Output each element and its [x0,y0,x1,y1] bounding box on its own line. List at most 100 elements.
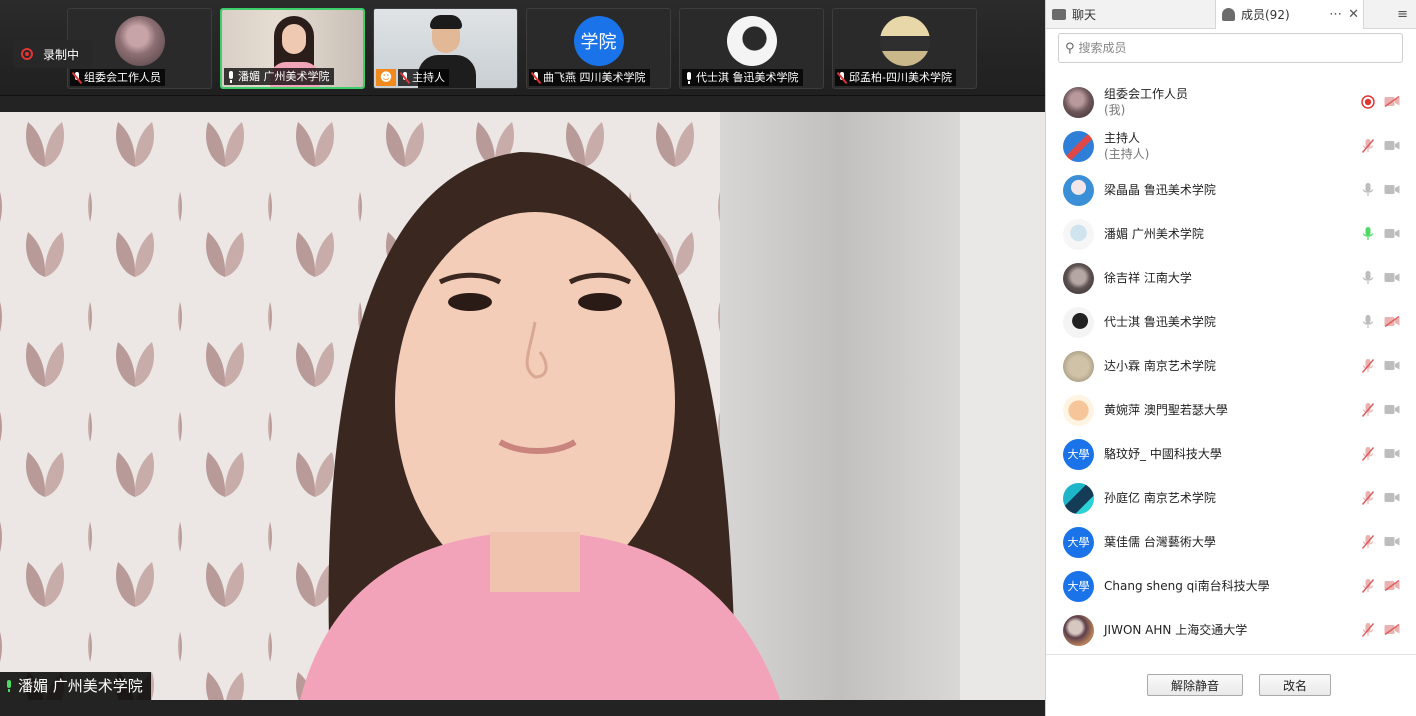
person-icon [1222,8,1235,21]
thumbnail-strip: 组委会工作人员 潘媚 广州美术学院 ☻ 主持人 学院 曲飞燕 四川美术学院 代士… [0,0,1045,96]
mic-muted-icon [837,71,847,84]
thumbnail-label: 邱孟柏-四川美术学院 [835,69,956,86]
member-name-block: Chang sheng qi南台科技大學 [1104,578,1270,594]
camera-icon[interactable] [1384,272,1400,283]
avatar [1063,218,1094,250]
member-name-block: 駱玟妤_ 中國科技大學 [1104,446,1222,462]
camera-icon[interactable] [1384,492,1400,503]
record-icon[interactable] [1361,94,1375,110]
participant-name: 代士淇 鲁迅美术学院 [696,71,799,84]
tab-chat[interactable]: 聊天 [1046,0,1216,29]
side-panel: 聊天 成员(92) ⋯ ✕ ≡ ⚲ 组委会工作人员 (我) 主持人 (主持人) 梁晶晶 … [1045,0,1416,716]
mic-icon[interactable] [1361,182,1375,198]
mic-muted-icon [531,71,541,84]
tab-members[interactable]: 成员(92) ⋯ ✕ [1216,0,1364,29]
member-name: 代士淇 鲁迅美术学院 [1104,315,1216,329]
member-row[interactable]: JIWON AHN 上海交通大学 [1046,608,1416,652]
video-stage: 组委会工作人员 潘媚 广州美术学院 ☻ 主持人 学院 曲飞燕 四川美术学院 代士… [0,0,1045,716]
thumbnail-label: 代士淇 鲁迅美术学院 [682,69,803,86]
member-row[interactable]: 徐吉祥 江南大学 [1046,256,1416,300]
thumbnail-label: 曲飞燕 四川美术学院 [529,69,650,86]
mic-muted-icon[interactable] [1361,490,1375,506]
unmute-all-button[interactable]: 解除静音 [1147,674,1243,696]
mic-muted-icon[interactable] [1361,622,1375,638]
camera-off-icon[interactable] [1384,579,1400,592]
panel-toolbar: ≡ [1364,0,1416,28]
mic-muted-icon[interactable] [1361,402,1375,418]
search-box[interactable]: ⚲ [1058,33,1403,63]
member-row[interactable]: 黄婉萍 澳門聖若瑟大學 [1046,388,1416,432]
mic-muted-icon[interactable] [1361,446,1375,462]
menu-icon[interactable]: ≡ [1397,8,1408,21]
avatar [1063,130,1094,162]
search-icon: ⚲ [1065,40,1075,56]
camera-icon[interactable] [1384,184,1400,195]
mic-icon[interactable] [1361,270,1375,286]
member-row[interactable]: 潘媚 广州美术学院 [1046,212,1416,256]
camera-icon[interactable] [1384,228,1400,239]
thumbnail-label: 潘媚 广州美术学院 [224,68,334,85]
member-row[interactable]: 大學 Chang sheng qi南台科技大學 [1046,564,1416,608]
thumbnail-video[interactable]: ☻ 主持人 [373,8,518,89]
avatar [879,16,930,66]
member-row[interactable]: 大學 駱玟妤_ 中國科技大學 [1046,432,1416,476]
chat-icon [1052,9,1066,20]
avatar: 大學 [1063,526,1094,558]
mic-icon[interactable] [1361,226,1375,242]
camera-off-icon[interactable] [1384,315,1400,328]
participant-name: 邱孟柏-四川美术学院 [849,71,952,84]
main-video[interactable]: 潘媚 广州美术学院 [0,112,1045,700]
camera-off-icon[interactable] [1384,95,1400,108]
camera-icon[interactable] [1384,140,1400,151]
member-name: 孙庭亿 南京艺术学院 [1104,491,1216,505]
member-row[interactable]: 主持人 (主持人) [1046,124,1416,168]
mic-icon [4,680,14,692]
camera-icon[interactable] [1384,536,1400,547]
member-name-block: 徐吉祥 江南大学 [1104,270,1192,286]
mic-muted-icon[interactable] [1361,358,1375,374]
member-row[interactable]: 代士淇 鲁迅美术学院 [1046,300,1416,344]
mic-muted-icon[interactable] [1361,534,1375,550]
member-row[interactable]: 孙庭亿 南京艺术学院 [1046,476,1416,520]
thumbnail-video-active[interactable]: 潘媚 广州美术学院 [220,8,365,89]
participant-name: 曲飞燕 四川美术学院 [543,71,646,84]
member-row[interactable]: 大學 葉佳儒 台灣藝術大學 [1046,520,1416,564]
member-name-block: 黄婉萍 澳門聖若瑟大學 [1104,402,1228,418]
mic-icon[interactable] [1361,314,1375,330]
thumbnail-video[interactable]: 代士淇 鲁迅美术学院 [679,8,824,89]
thumbnail-label: 组委会工作人员 [70,69,165,86]
recording-indicator[interactable]: 录制中 [13,40,93,68]
tab-members-label: 成员(92) [1241,8,1290,22]
search-input[interactable] [1078,41,1379,55]
close-icon[interactable]: ✕ [1348,8,1363,21]
camera-icon[interactable] [1384,404,1400,415]
member-name: 葉佳儒 台灣藝術大學 [1104,535,1216,549]
member-row[interactable]: 梁晶晶 鲁迅美术学院 [1046,168,1416,212]
mic-icon [684,71,694,84]
camera-icon[interactable] [1384,448,1400,459]
camera-off-icon[interactable] [1384,623,1400,636]
avatar: 大學 [1063,438,1094,470]
avatar [1063,482,1094,514]
mic-muted-icon[interactable] [1361,578,1375,594]
avatar [726,16,777,66]
record-icon [21,48,33,60]
member-name: 梁晶晶 鲁迅美术学院 [1104,183,1216,197]
member-name-block: 梁晶晶 鲁迅美术学院 [1104,182,1216,198]
thumbnail-video[interactable]: 邱孟柏-四川美术学院 [832,8,977,89]
camera-icon[interactable] [1384,360,1400,371]
mic-muted-icon[interactable] [1361,138,1375,154]
rename-button[interactable]: 改名 [1259,674,1331,696]
avatar [1063,262,1094,294]
member-row[interactable]: 达小霖 南京艺术学院 [1046,344,1416,388]
thumbnail-video[interactable]: 学院 曲飞燕 四川美术学院 [526,8,671,89]
member-name: 达小霖 南京艺术学院 [1104,359,1216,373]
avatar [1063,394,1094,426]
speaker-label: 潘媚 广州美术学院 [0,672,151,700]
member-name-block: JIWON AHN 上海交通大学 [1104,622,1247,638]
member-name: 组委会工作人员 [1104,87,1189,101]
more-icon[interactable]: ⋯ [1329,8,1342,21]
member-name-block: 潘媚 广州美术学院 [1104,226,1204,242]
mic-muted-icon [72,71,82,84]
member-row[interactable]: 组委会工作人员 (我) [1046,80,1416,124]
